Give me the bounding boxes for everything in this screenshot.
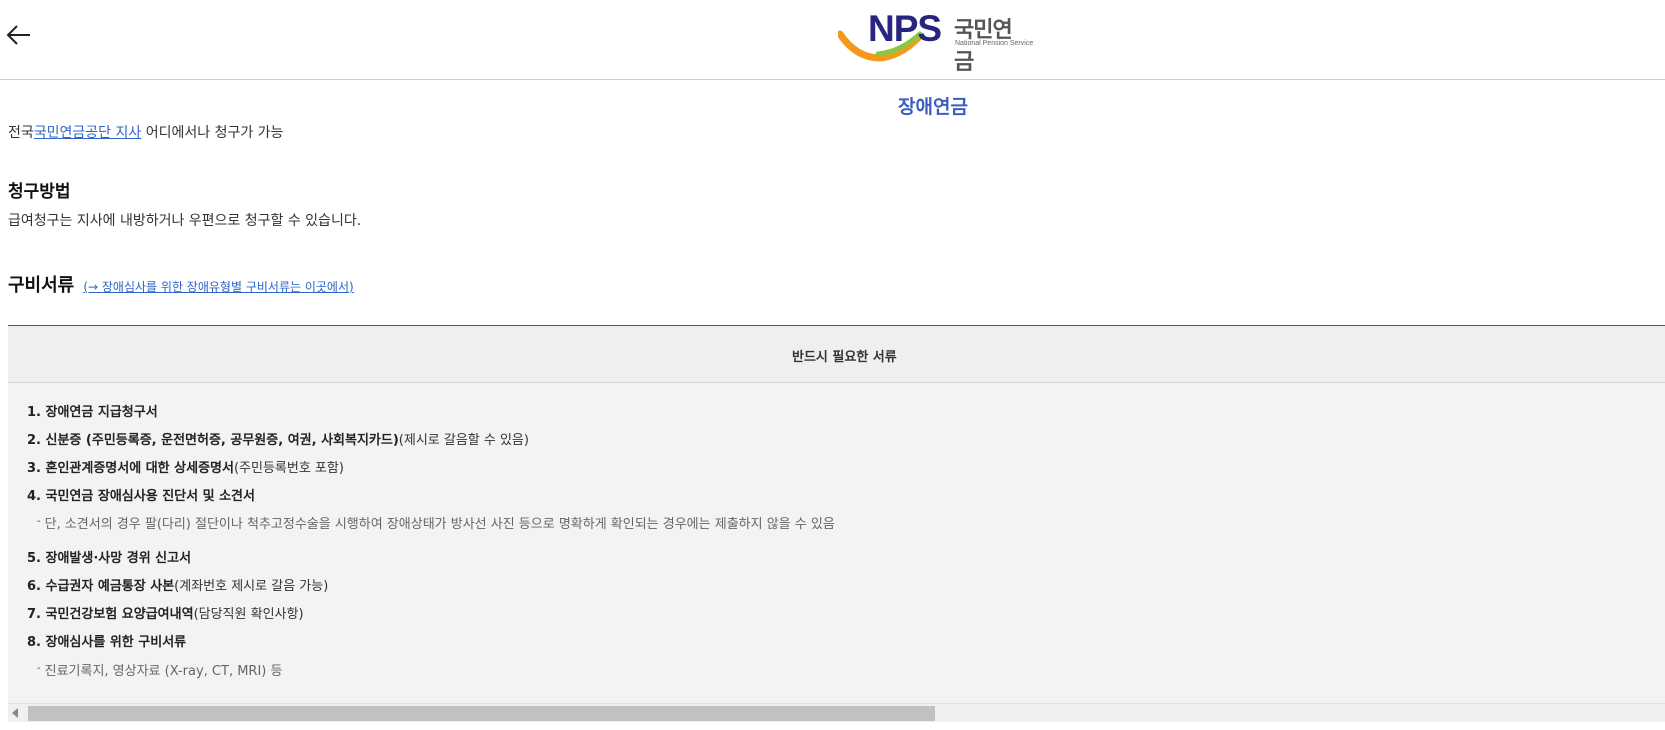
intro-text: 전국국민연금공단 지사 어디에서나 청구가 가능 [8, 122, 283, 142]
claim-method-title: 청구방법 [8, 182, 71, 202]
nps-logo[interactable]: NPS 국민연금 National Pension Service [838, 8, 1034, 75]
documents-heading: 구비서류 (→ 장애심사를 위한 장애유형별 구비서류는 이곳에서) [8, 271, 354, 297]
horizontal-scrollbar[interactable] [8, 703, 1665, 722]
list-item: 6. 수급권자 예금통장 사본(계좌번호 제시로 갈음 가능) [27, 579, 329, 594]
list-item: 1. 장애연금 지급청구서 [27, 405, 158, 420]
logo-brand-text: NPS [868, 8, 942, 49]
list-item: 8. 장애심사를 위한 구비서류 [27, 635, 187, 650]
back-button[interactable] [6, 22, 32, 48]
table-header: 반드시 필요한 서류 [8, 326, 1665, 383]
list-item: 3. 혼인관계증명서에 대한 상세증명서(주민등록번호 포함) [27, 461, 344, 476]
required-documents-table: 반드시 필요한 서류 1. 장애연금 지급청구서 2. 신분증 (주민등록증, … [8, 325, 1665, 704]
scroll-left-arrow-icon[interactable] [12, 708, 18, 718]
logo-english-text: National Pension Service [955, 40, 1034, 47]
intro-suffix: 어디에서나 청구가 가능 [141, 125, 284, 141]
table-header-label: 반드시 필요한 서류 [792, 350, 897, 365]
page-title: 장애연금 [898, 96, 968, 118]
top-header: NPS 국민연금 National Pension Service [0, 0, 1665, 80]
list-item: 4. 국민연금 장애심사용 진단서 및 소견서 [27, 489, 255, 504]
list-item-note: - 단, 소견서의 경우 팔(다리) 절단이나 척추고정수술을 시행하여 장애상태… [37, 516, 835, 532]
arrow-left-icon [6, 25, 30, 45]
intro-prefix: 전국 [8, 125, 34, 141]
branch-link[interactable]: 국민연금공단 지사 [34, 125, 142, 141]
list-item: 5. 장애발생·사망 경위 신고서 [27, 551, 192, 566]
list-item-note: - 진료기록지, 영상자료 (X-ray, CT, MRI) 등 [37, 663, 283, 679]
documents-title: 구비서류 [8, 275, 75, 296]
list-item: 2. 신분증 (주민등록증, 운전면허증, 공무원증, 여권, 사회복지카드)(… [27, 433, 529, 448]
scroll-thumb[interactable] [28, 706, 935, 721]
documents-by-type-link[interactable]: (→ 장애심사를 위한 장애유형별 구비서류는 이곳에서) [83, 280, 353, 294]
claim-method-description: 급여청구는 지사에 내방하거나 우편으로 청구할 수 있습니다. [8, 213, 362, 229]
list-item: 7. 국민건강보험 요양급여내역(담당직원 확인사항) [27, 607, 304, 622]
